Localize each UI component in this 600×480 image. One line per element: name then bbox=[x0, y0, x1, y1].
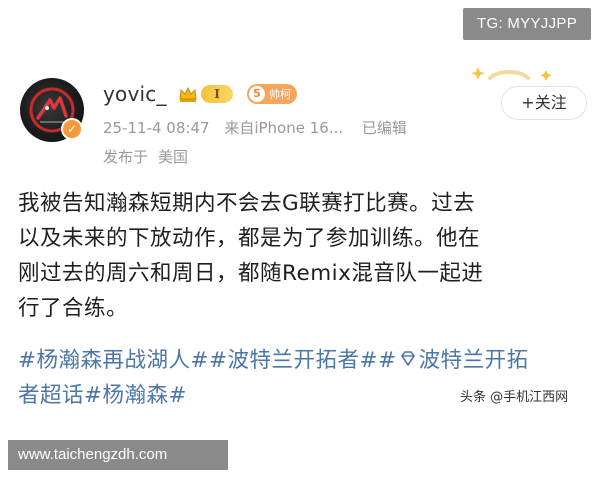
post-body-line: 以及未来的下放动作，都是为了参加训练。他在 bbox=[18, 226, 481, 251]
super-topic-label-part2[interactable]: 者超话 bbox=[18, 383, 84, 408]
post-body-line: 刚过去的周六和周日，都随Remix混音队一起进 bbox=[18, 261, 484, 286]
source-watermark: 头条 @手机江西网 bbox=[450, 385, 579, 411]
fan-club-label: 帅柯 bbox=[269, 88, 291, 101]
verified-badge-icon: ✓ bbox=[61, 118, 83, 140]
post-body-line: 行了合练。 bbox=[18, 296, 129, 321]
topic-line: #杨瀚森再战湖人##波特兰开拓者## 波特兰开拓 bbox=[18, 343, 593, 378]
post-body: 我被告知瀚森短期内不会去G联赛打比赛。过去 以及未来的下放动作，都是为了参加训练… bbox=[18, 186, 588, 326]
published-prefix: 发布于 bbox=[103, 148, 149, 166]
super-topic-link[interactable]: # 波特兰开拓 bbox=[378, 348, 529, 373]
crown-icon bbox=[179, 86, 197, 102]
topic-link-yang-hansen[interactable]: #杨瀚森# bbox=[84, 383, 187, 408]
member-level-badge[interactable]: I bbox=[177, 82, 233, 106]
location-text: 美国 bbox=[158, 148, 189, 166]
topic-link-portland[interactable]: #波特兰开拓者# bbox=[209, 348, 378, 373]
level-pill: I bbox=[201, 85, 233, 103]
follow-button[interactable]: +关注 bbox=[501, 86, 587, 120]
post-device-source: 来自iPhone 16... bbox=[224, 119, 344, 137]
post-location: 发布于 美国 bbox=[103, 146, 198, 167]
post-body-line: 我被告知瀚森短期内不会去G联赛打比赛。过去 bbox=[18, 191, 476, 216]
username[interactable]: yovic_ bbox=[103, 82, 167, 106]
url-watermark: www.taichengzdh.com bbox=[8, 440, 228, 470]
fan-club-badge[interactable]: 5 帅柯 bbox=[247, 84, 297, 104]
post-meta: 25-11-4 08:47 来自iPhone 16... 已编辑 bbox=[103, 117, 417, 138]
super-topic-label-part1: 波特兰开拓 bbox=[418, 348, 529, 373]
post-date: 25-11-4 08:47 bbox=[103, 119, 210, 137]
edited-label[interactable]: 已编辑 bbox=[362, 119, 407, 137]
telegram-watermark: TG: MYYJJPP bbox=[463, 8, 591, 40]
topic-link-yang-hansen-lakers[interactable]: #杨瀚森再战湖人# bbox=[18, 348, 209, 373]
super-topic-diamond-icon bbox=[400, 351, 415, 366]
fan-level-number: 5 bbox=[248, 85, 266, 103]
